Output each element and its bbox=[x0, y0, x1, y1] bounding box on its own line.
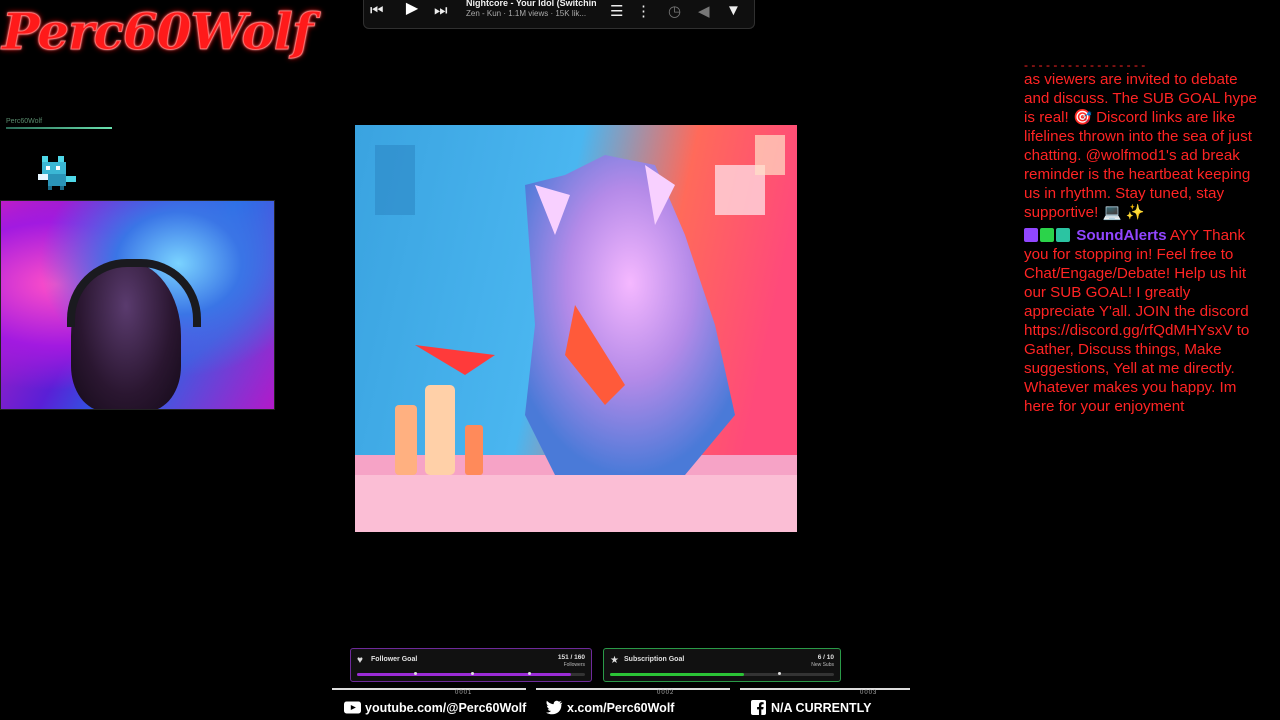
goal-marker bbox=[471, 672, 474, 675]
star-icon: ★ bbox=[610, 655, 619, 666]
twitter-handle[interactable]: x.com/Perc60Wolf bbox=[567, 701, 674, 715]
prev-arrow-icon[interactable]: ◀ bbox=[698, 2, 710, 20]
twitch-badge-icon bbox=[1024, 228, 1038, 242]
goal-progress-fill bbox=[610, 673, 745, 676]
bot-badge-icon bbox=[1056, 228, 1070, 242]
channel-logo: Perc60Wolf bbox=[1, 2, 313, 62]
chat-text: AYY Thank you for stopping in! Feel free… bbox=[1024, 227, 1250, 415]
more-icon[interactable]: ⋮ bbox=[636, 2, 651, 20]
status-bar bbox=[6, 127, 112, 129]
verified-badge-icon bbox=[1040, 228, 1054, 242]
footer-divider bbox=[740, 688, 910, 690]
goal-progress-fill bbox=[357, 673, 572, 676]
youtube-handle[interactable]: youtube.com/@Perc60Wolf bbox=[365, 701, 526, 715]
goal-progress-track bbox=[357, 672, 585, 676]
goal-count: 6 / 10 bbox=[817, 654, 834, 661]
goal-title: Follower Goal bbox=[371, 656, 418, 663]
goal-marker bbox=[528, 672, 531, 675]
wolf-artwork bbox=[355, 125, 797, 532]
headset bbox=[67, 259, 201, 327]
goal-count: 151 / 160 bbox=[557, 654, 585, 661]
facebook-handle: N/A CURRENTLY bbox=[771, 701, 872, 715]
footer-tick: 0002 bbox=[657, 690, 675, 696]
webcam-feed bbox=[0, 200, 275, 410]
status-widget: Perc60Wolf bbox=[6, 118, 112, 129]
chat-message: SoundAlerts AYY Thank you for stopping i… bbox=[1024, 226, 1260, 416]
footer-tick: 0003 bbox=[860, 690, 878, 696]
timer-icon[interactable]: ◷ bbox=[668, 2, 681, 20]
subscription-goal: ★ Subscription Goal 6 / 10 New Subs bbox=[603, 648, 841, 682]
chat-username[interactable]: SoundAlerts bbox=[1076, 227, 1166, 244]
youtube-link[interactable]: youtube.com/@Perc60Wolf bbox=[344, 700, 526, 715]
queue-icon[interactable]: ☰ bbox=[610, 2, 623, 20]
youtube-icon bbox=[344, 701, 361, 714]
expand-icon[interactable]: ▼ bbox=[726, 2, 741, 19]
chat-message: as viewers are invited to debate and dis… bbox=[1024, 71, 1257, 221]
track-title[interactable]: Nightcore - Your Idol (Switchin... bbox=[466, 0, 596, 8]
footer-divider bbox=[536, 688, 730, 690]
facebook-link[interactable]: N/A CURRENTLY bbox=[750, 700, 871, 715]
goal-marker bbox=[414, 672, 417, 675]
goal-unit: New Subs bbox=[811, 662, 834, 668]
goal-title: Subscription Goal bbox=[624, 656, 685, 663]
pixel-fox-icon bbox=[38, 156, 76, 190]
twitter-icon bbox=[546, 700, 563, 715]
goal-progress-track bbox=[610, 672, 834, 676]
play-icon[interactable]: ▶ bbox=[400, 0, 424, 21]
next-icon[interactable]: ⏭ bbox=[434, 2, 448, 19]
previous-icon[interactable]: ⏮ bbox=[370, 2, 384, 19]
footer-tick: 0001 bbox=[455, 690, 473, 696]
track-meta: Zen - Kun · 1.1M views · 15K lik... bbox=[466, 9, 587, 18]
chat-cut-line: - - - - - - - - - - - - - - - - - bbox=[1024, 62, 1146, 70]
footer-divider bbox=[332, 688, 526, 690]
heart-icon: ♥ bbox=[357, 655, 363, 666]
twitter-link[interactable]: x.com/Perc60Wolf bbox=[546, 700, 674, 715]
media-player[interactable]: ⏮ ▶ ⏭ Nightcore - Your Idol (Switchin...… bbox=[363, 0, 755, 29]
chat-panel: - - - - - - - - - - - - - - - - - as vie… bbox=[1024, 62, 1260, 420]
follower-goal: ♥ Follower Goal 151 / 160 Followers bbox=[350, 648, 592, 682]
status-name: Perc60Wolf bbox=[6, 118, 43, 125]
goal-marker bbox=[778, 672, 781, 675]
goal-unit: Followers bbox=[563, 662, 585, 668]
facebook-icon bbox=[751, 700, 766, 715]
